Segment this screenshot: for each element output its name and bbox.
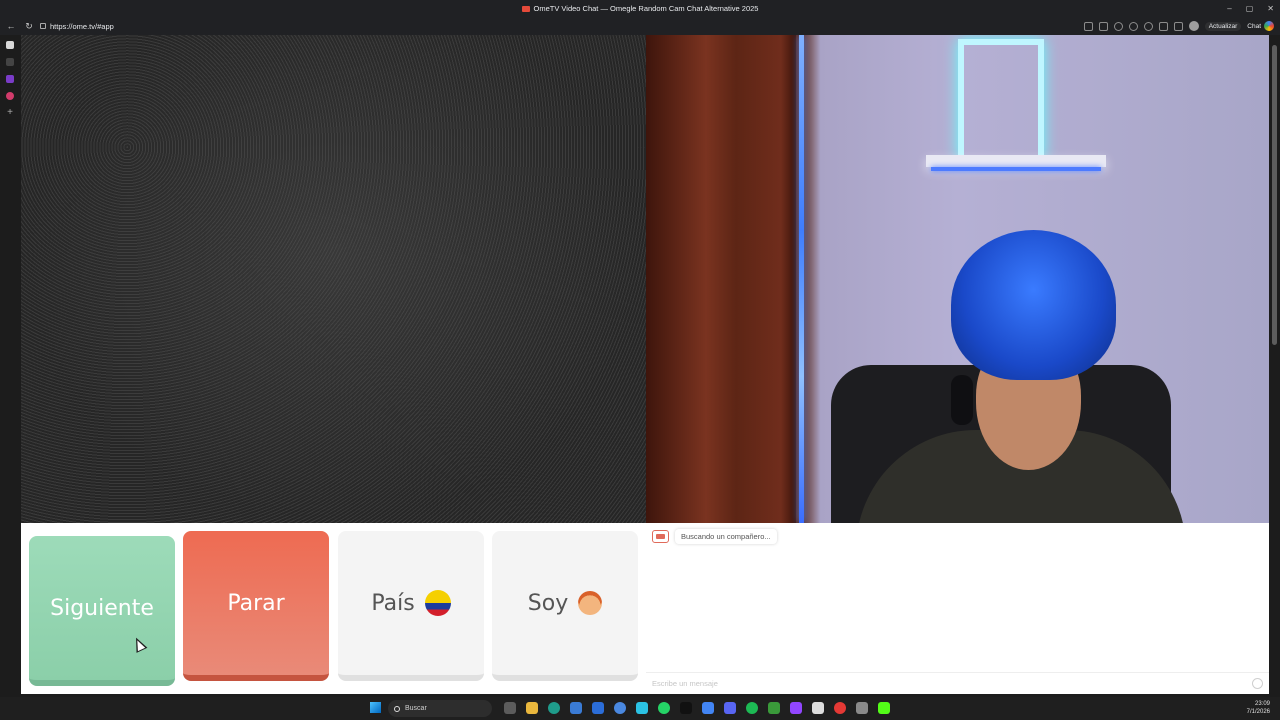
taskbar-search-label: Buscar	[405, 705, 427, 712]
window-titlebar: OmeTV Video Chat — Omegle Random Cam Cha…	[0, 0, 1280, 17]
chat-controls: Siguiente Parar País Soy	[21, 523, 646, 694]
whatsapp-icon[interactable]	[658, 702, 670, 714]
mail-icon[interactable]	[592, 702, 604, 714]
sync-icon[interactable]	[1143, 21, 1153, 31]
message-input[interactable]	[652, 679, 1252, 688]
next-button-label: Siguiente	[50, 595, 154, 621]
ometv-favicon-icon	[521, 5, 530, 12]
address-bar: ← ↻ https://ome.tv/#app Actualizar Chat	[0, 17, 1280, 35]
ometv-app: Siguiente Parar País Soy Buscando un com…	[21, 35, 1269, 694]
minimize-button[interactable]: –	[1227, 4, 1231, 13]
window-title-text: OmeTV Video Chat — Omegle Random Cam Cha…	[533, 4, 759, 13]
stranger-video-static	[21, 35, 646, 523]
camera-icon[interactable]	[1083, 21, 1093, 31]
video-shelf	[926, 155, 1106, 167]
emoji-icon[interactable]	[1252, 678, 1263, 689]
clock-time: 23:09	[1254, 701, 1270, 707]
chat-button-label: Chat	[1247, 22, 1261, 30]
kick-icon[interactable]	[878, 702, 890, 714]
recorder-icon[interactable]	[834, 702, 846, 714]
video-led-strip	[799, 35, 804, 523]
video-neon-sign	[958, 39, 1044, 159]
video-door	[646, 35, 796, 523]
drive-icon[interactable]	[702, 702, 714, 714]
lock-icon	[40, 23, 46, 29]
gender-button[interactable]: Soy	[492, 531, 638, 681]
copilot-chat-button[interactable]: Chat	[1247, 21, 1274, 31]
star-icon[interactable]	[1128, 21, 1138, 31]
scrollbar-thumb[interactable]	[1272, 45, 1277, 345]
gender-button-label: Soy	[527, 590, 569, 616]
taskbar-search[interactable]: Buscar	[388, 700, 492, 717]
close-button[interactable]: ✕	[1267, 4, 1274, 13]
file-explorer-icon[interactable]	[526, 702, 538, 714]
chat-panel: Buscando un compañero...	[646, 523, 1269, 694]
system-clock[interactable]: 23:09 7/1/2026	[1247, 700, 1270, 716]
edge-icon[interactable]	[548, 702, 560, 714]
reload-icon[interactable]: ↻	[22, 19, 36, 33]
sidebar-app-icon[interactable]	[6, 75, 14, 83]
sidebar-panel-icon[interactable]	[6, 41, 14, 49]
settings-icon[interactable]	[856, 702, 868, 714]
spotify-icon[interactable]	[746, 702, 758, 714]
favorites-icon[interactable]	[1173, 21, 1183, 31]
app-icon[interactable]	[614, 702, 626, 714]
pip-icon[interactable]	[1098, 21, 1108, 31]
capcut-icon[interactable]	[812, 702, 824, 714]
update-button[interactable]: Actualizar	[1204, 21, 1242, 31]
maximize-button[interactable]: ▢	[1246, 4, 1254, 13]
browser-toolbar: Actualizar Chat	[1083, 17, 1274, 35]
chat-system-message: Buscando un compañero...	[652, 529, 777, 544]
taskbar-apps	[504, 702, 890, 714]
chat-input-row	[646, 672, 1269, 694]
video-shelf-led	[931, 167, 1101, 171]
sidebar-record-icon[interactable]	[6, 92, 14, 100]
window-controls: – ▢ ✕	[1227, 0, 1274, 17]
twitch-icon[interactable]	[790, 702, 802, 714]
colombia-flag-icon	[424, 590, 451, 616]
copilot-icon	[1264, 21, 1274, 31]
sidebar-app-icon[interactable]	[6, 58, 14, 66]
browser-sidebar: +	[0, 35, 20, 697]
back-arrow-icon[interactable]: ←	[4, 19, 18, 33]
boy-emoji-icon	[578, 591, 603, 615]
tiktok-icon[interactable]	[680, 702, 692, 714]
windows-start-icon[interactable]	[370, 702, 381, 713]
url-text: https://ome.tv/#app	[50, 21, 114, 31]
clock-date: 7/1/2026	[1246, 709, 1270, 715]
stop-button-label: Parar	[227, 590, 285, 616]
page-scrollbar[interactable]	[1269, 35, 1280, 697]
status-bubble: Buscando un compañero...	[675, 529, 777, 544]
sidebar-add-icon[interactable]: +	[6, 108, 14, 118]
country-button-label: País	[371, 590, 415, 616]
extensions-icon[interactable]	[1158, 21, 1168, 31]
stop-button[interactable]: Parar	[183, 531, 329, 681]
minecraft-icon[interactable]	[768, 702, 780, 714]
task-view-icon[interactable]	[504, 702, 516, 714]
windows-taskbar: Buscar 23:09 7/1/2026	[0, 697, 1280, 720]
discord-icon[interactable]	[724, 702, 736, 714]
next-button[interactable]: Siguiente	[29, 536, 175, 686]
own-camera-video	[646, 35, 1269, 523]
url-field[interactable]: https://ome.tv/#app	[40, 22, 114, 31]
search-icon	[394, 705, 400, 712]
store-icon[interactable]	[570, 702, 582, 714]
block-icon[interactable]	[1113, 21, 1123, 31]
country-button[interactable]: País	[338, 531, 484, 681]
window-title: OmeTV Video Chat — Omegle Random Cam Cha…	[521, 4, 759, 13]
video-person-hair	[951, 230, 1116, 380]
ometv-logo-icon	[652, 530, 669, 543]
video-headphone	[951, 375, 973, 425]
photos-icon[interactable]	[636, 702, 648, 714]
profile-avatar[interactable]	[1188, 21, 1199, 31]
